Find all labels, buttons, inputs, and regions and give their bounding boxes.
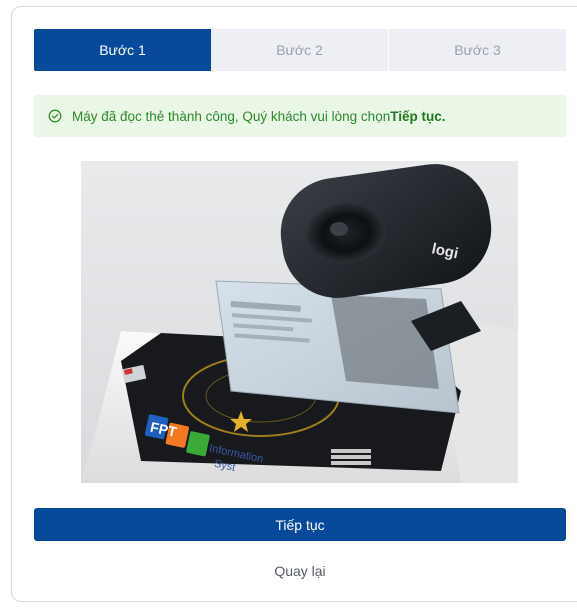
continue-button[interactable]: Tiếp tục: [34, 508, 566, 541]
success-alert: Máy đã đọc thẻ thành công, Quý khách vui…: [34, 95, 566, 137]
alert-emphasis: Tiếp tục.: [390, 108, 446, 124]
step-3: Bước 3: [389, 29, 566, 71]
card-reader-photo: logi FPT Information Syst: [81, 161, 518, 483]
back-button[interactable]: Quay lại: [34, 559, 566, 583]
step-1: Bước 1: [34, 29, 211, 71]
step-2: Bước 2: [211, 29, 389, 71]
check-circle-icon: [48, 109, 62, 123]
alert-message: Máy đã đọc thẻ thành công, Quý khách vui…: [72, 108, 391, 124]
card-reader-illustration: logi FPT Information Syst: [81, 161, 518, 483]
stepper: Bước 1 Bước 2 Bước 3: [34, 29, 566, 71]
